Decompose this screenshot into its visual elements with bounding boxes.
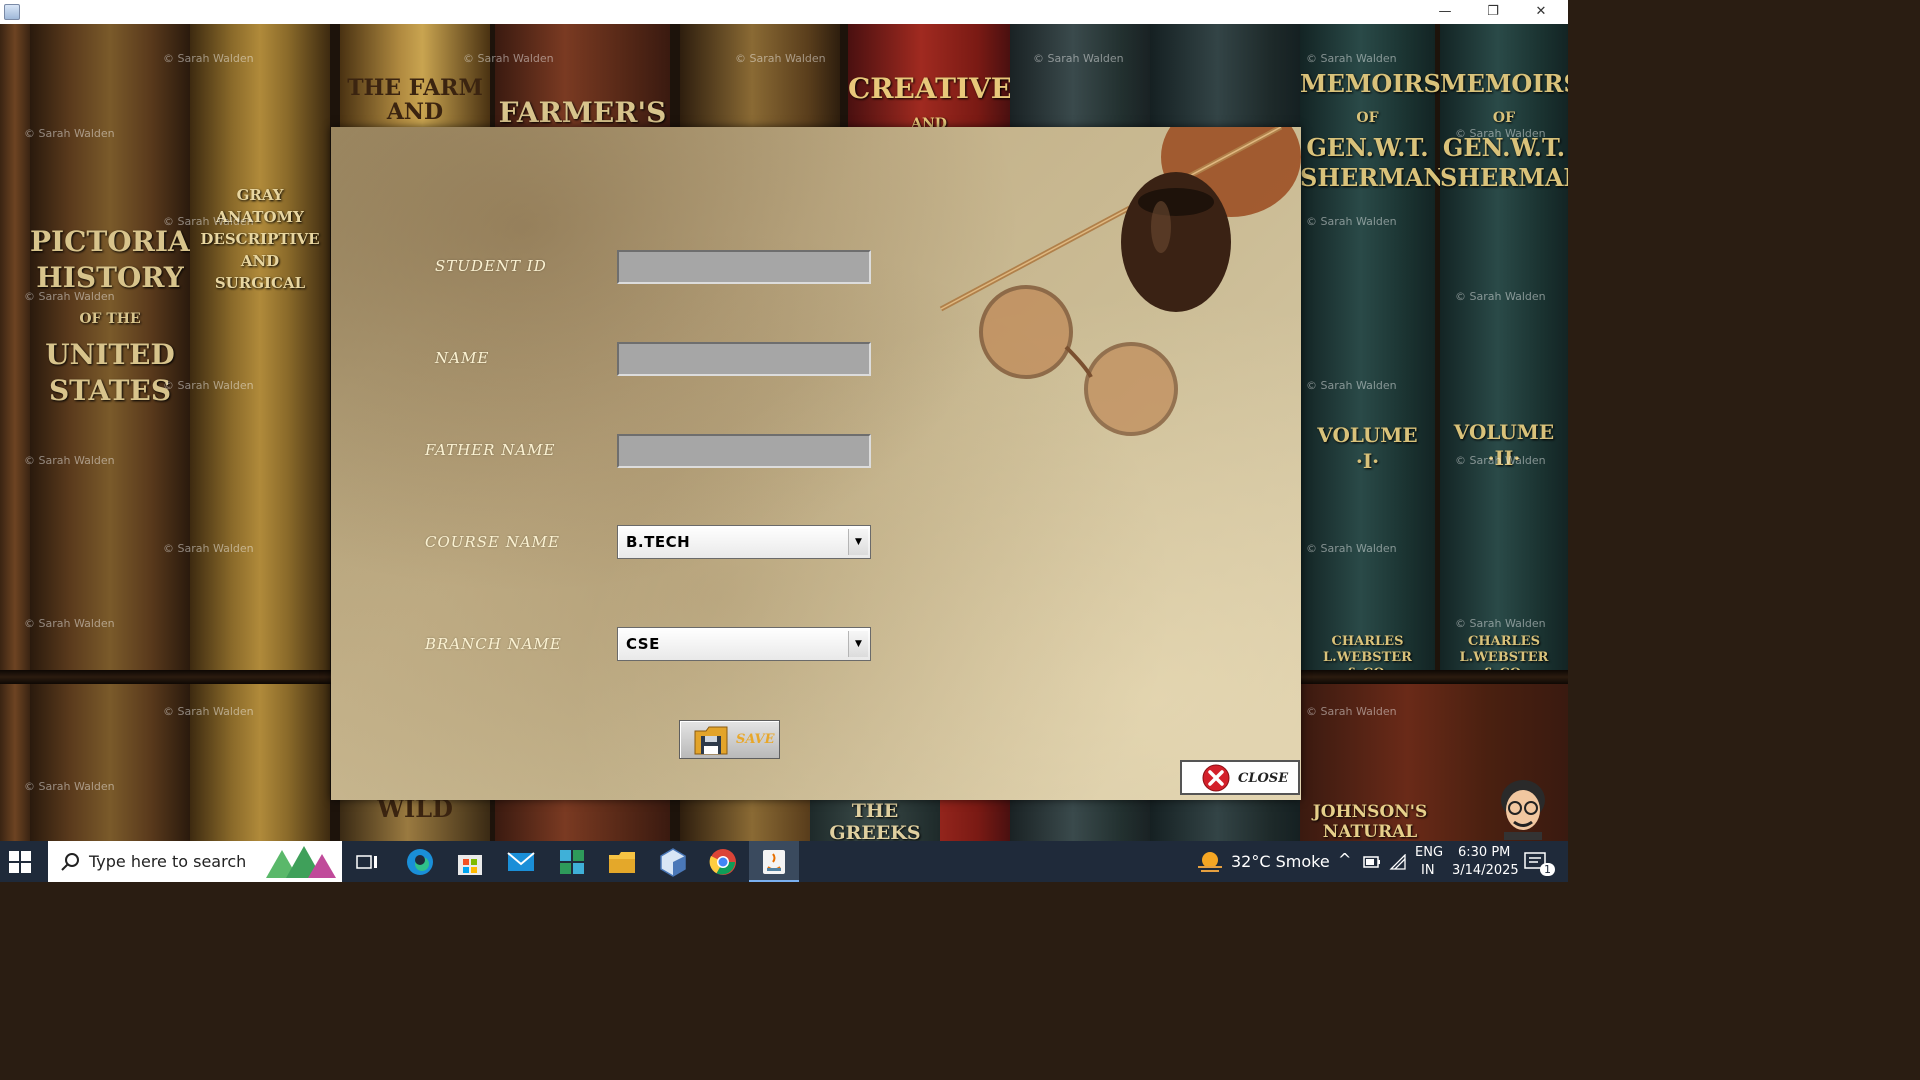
search-highlight-icon [266,846,336,878]
watermark: © Sarah Walden [463,52,554,65]
book-spine-pictorial-history: PICTORIAL HISTORY OF THE UNITED STATES [30,24,209,841]
watermark: © Sarah Walden [24,780,115,793]
close-window-button[interactable]: ✕ [1518,0,1564,24]
book-title-sherman-vol1: MEMOIRS OF GEN.W.T. SHERMAN [1300,69,1446,192]
file-explorer-icon[interactable] [607,847,637,877]
search-icon [61,853,79,871]
watermark: © Sarah Walden [24,127,115,140]
clock-time[interactable]: 6:30 PM [1458,845,1510,860]
close-button[interactable]: CLOSE [1180,760,1300,795]
quill-ink-spectacles-illustration [939,127,1301,436]
book-title-johnsons: JOHNSON'S NATURAL [1312,802,1428,841]
watermark: © Sarah Walden [24,290,115,303]
taskbar-search-box[interactable]: Type here to search [48,841,342,882]
book-spine-gray-anatomy: GRAY ANATOMY DESCRIPTIVE AND SURGICAL [190,24,330,841]
close-x-icon [1202,764,1230,792]
chevron-up-icon[interactable]: ^ [1338,850,1351,869]
father-name-label: FATHER NAME [425,441,556,459]
course-name-label: COURSE NAME [425,533,560,551]
watermark: © Sarah Walden [24,617,115,630]
course-name-select[interactable]: B.TECH ▼ [617,525,871,559]
window-titlebar: — ❐ ✕ [0,0,1568,24]
book-title-the-farm: THE FARM AND [347,75,483,125]
watermark: © Sarah Walden [163,705,254,718]
battery-icon[interactable] [1363,855,1381,869]
watermark: © Sarah Walden [1455,454,1546,467]
watermark: © Sarah Walden [163,52,254,65]
chevron-down-icon[interactable]: ▼ [848,631,868,657]
student-id-input[interactable] [617,250,871,284]
java-app-icon [4,4,20,20]
maximize-button[interactable]: ❐ [1470,0,1516,24]
minimize-button[interactable]: — [1422,0,1468,24]
book-title-the-greeks: THE GREEKS [829,800,921,841]
book-title-farmers: FARMER'S [498,96,667,129]
watermark: © Sarah Walden [1455,127,1546,140]
windows-start-icon[interactable] [9,851,31,873]
mail-icon[interactable] [506,847,536,877]
watermark: © Sarah Walden [1455,617,1546,630]
branch-name-select[interactable]: CSE ▼ [617,627,871,661]
course-name-selected-value: B.TECH [626,533,691,551]
name-input[interactable] [617,342,871,376]
save-button[interactable]: SAVE [679,720,780,759]
task-view-icon[interactable] [356,851,378,873]
windows-taskbar: Type here to search 32°C Smoke ^ ENG IN … [0,841,1568,882]
book-volume-1: VOLUME ·I· [1317,423,1418,473]
student-form-panel: STUDENT ID NAME FATHER NAME COURSE NAME … [331,127,1301,800]
watermark: © Sarah Walden [163,379,254,392]
microsoft-store-icon[interactable] [455,847,485,877]
watermark: © Sarah Walden [24,454,115,467]
branch-name-label: BRANCH NAME [425,635,562,653]
father-name-input[interactable] [617,434,871,468]
cube-app-icon[interactable] [658,847,688,877]
name-label: NAME [435,349,490,367]
close-button-label: CLOSE [1238,771,1289,786]
watermark: © Sarah Walden [1455,290,1546,303]
branch-name-selected-value: CSE [626,635,660,653]
chrome-icon[interactable] [708,847,738,877]
java-icon [763,850,785,874]
edge-browser-icon[interactable] [405,847,435,877]
java-app-taskbar-button[interactable] [749,841,799,882]
watermark: © Sarah Walden [1306,705,1397,718]
watermark: © Sarah Walden [735,52,826,65]
notification-count-badge: 1 [1540,863,1555,876]
student-id-label: STUDENT ID [435,257,547,275]
weather-sun-haze-icon[interactable] [1196,849,1224,875]
watermark: © Sarah Walden [1306,379,1397,392]
search-placeholder: Type here to search [89,852,247,871]
widgets-icon[interactable] [557,847,587,877]
watermark: © Sarah Walden [1306,215,1397,228]
wifi-icon[interactable] [1389,854,1407,870]
language-indicator[interactable]: ENG [1415,845,1443,860]
book-spine [0,24,30,841]
avatar [1501,780,1545,840]
watermark: © Sarah Walden [163,542,254,555]
watermark: © Sarah Walden [1306,542,1397,555]
watermark: © Sarah Walden [1033,52,1124,65]
watermark: © Sarah Walden [1306,52,1397,65]
clock-date[interactable]: 3/14/2025 [1452,863,1519,878]
language-region[interactable]: IN [1421,863,1435,878]
book-title-gray-anatomy: GRAY ANATOMY DESCRIPTIVE AND SURGICAL [200,186,320,292]
chevron-down-icon[interactable]: ▼ [848,529,868,555]
watermark: © Sarah Walden [163,215,254,228]
floppy-folder-icon [694,726,728,755]
save-button-label: SAVE [736,732,775,747]
weather-text[interactable]: 32°C Smoke [1231,852,1330,871]
